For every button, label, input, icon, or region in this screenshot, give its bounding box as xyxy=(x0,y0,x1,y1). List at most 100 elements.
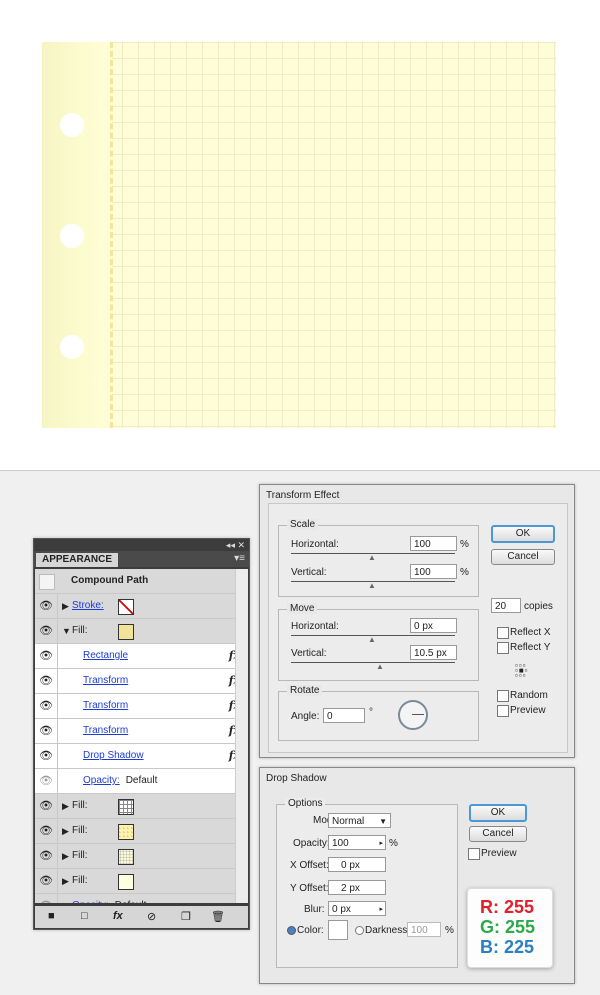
opacity-label[interactable]: Opacity: xyxy=(72,900,109,903)
fill-row[interactable]: 👁 ▶ Fill: xyxy=(35,869,248,894)
y-offset-input[interactable]: 2 px xyxy=(328,880,386,895)
darkness-radio[interactable] xyxy=(355,926,364,935)
appearance-tab[interactable]: APPEARANCE xyxy=(36,553,119,567)
opacity-row[interactable]: 👁 Opacity: Default xyxy=(35,769,248,794)
visibility-eye-icon[interactable]: 👁 xyxy=(35,669,58,693)
preview-checkbox[interactable] xyxy=(468,848,480,860)
fill-row[interactable]: 👁 ▼ Fill: xyxy=(35,619,248,644)
stepper-arrow-icon[interactable]: ▸ xyxy=(379,836,383,851)
effect-label[interactable]: Transform xyxy=(83,725,128,736)
x-offset-input[interactable]: 0 px xyxy=(328,857,386,872)
fill-row[interactable]: 👁 ▶ Fill: xyxy=(35,844,248,869)
fill-label: Fill: xyxy=(72,800,88,811)
visibility-eye-icon[interactable]: 👁 xyxy=(35,719,58,743)
visibility-eye-icon[interactable]: 👁 xyxy=(35,769,58,793)
appearance-header-row: Compound Path xyxy=(35,569,248,594)
scrollbar[interactable] xyxy=(235,569,248,903)
visibility-eye-icon[interactable]: 👁 xyxy=(35,619,58,643)
move-vertical-slider[interactable] xyxy=(291,662,455,663)
panel-menu-icon[interactable]: ▾≡ xyxy=(234,553,245,564)
visibility-eye-icon[interactable]: 👁 xyxy=(35,694,58,718)
green-value: G: 255 xyxy=(480,917,536,937)
visibility-eye-icon[interactable]: 👁 xyxy=(35,869,58,893)
visibility-eye-icon[interactable]: 👁 xyxy=(35,894,58,903)
expand-right-icon[interactable]: ▶ xyxy=(62,869,69,893)
fill-swatch[interactable] xyxy=(118,849,134,865)
angle-input[interactable]: 0 xyxy=(323,708,365,723)
fill-row[interactable]: 👁 ▶ Fill: xyxy=(35,819,248,844)
opacity-label[interactable]: Opacity: xyxy=(83,775,120,786)
move-vertical-input[interactable]: 10.5 px xyxy=(410,645,457,660)
opacity-row[interactable]: 👁 Opacity: Default xyxy=(35,894,248,903)
expand-right-icon[interactable]: ▶ xyxy=(62,844,69,868)
blur-input[interactable]: 0 px ▸ xyxy=(328,901,386,916)
stroke-row[interactable]: 👁 ▶ Stroke: xyxy=(35,594,248,619)
effect-label[interactable]: Drop Shadow xyxy=(83,750,144,761)
color-radio[interactable] xyxy=(287,926,296,935)
slider-thumb[interactable]: ▲ xyxy=(376,662,384,671)
ok-button[interactable]: OK xyxy=(491,525,555,543)
rotate-label: Rotate xyxy=(287,685,323,696)
add-fill-icon[interactable]: □ xyxy=(81,910,88,922)
add-stroke-icon[interactable]: ■ xyxy=(48,910,55,922)
fx-menu-icon[interactable]: fx xyxy=(113,910,123,922)
ok-button[interactable]: OK xyxy=(469,804,527,822)
visibility-eye-icon[interactable]: 👁 xyxy=(35,794,58,818)
reference-point-icon[interactable]: ▫▫▫ ▫■▫ ▫▫▫ xyxy=(515,662,531,680)
stepper-arrow-icon[interactable]: ▸ xyxy=(379,902,383,917)
effect-row[interactable]: 👁Transformfx xyxy=(35,719,248,744)
expand-right-icon[interactable]: ▶ xyxy=(62,594,69,618)
punch-hole xyxy=(60,335,84,359)
copies-input[interactable]: 20 xyxy=(491,598,521,613)
effect-row[interactable]: 👁Transformfx xyxy=(35,669,248,694)
reflect-y-checkbox[interactable] xyxy=(497,642,509,654)
visibility-eye-icon[interactable]: 👁 xyxy=(35,844,58,868)
panel-collapse-controls[interactable]: ◂◂ ✕ xyxy=(34,539,249,551)
cancel-button[interactable]: Cancel xyxy=(469,826,527,842)
slider-thumb[interactable]: ▲ xyxy=(368,635,376,644)
fill-swatch[interactable] xyxy=(118,799,134,815)
delete-item-icon[interactable]: 🗑 xyxy=(211,910,225,923)
blue-value: B: 225 xyxy=(480,937,535,957)
clear-appearance-icon[interactable]: ⊘ xyxy=(147,910,156,923)
opacity-input[interactable]: 100 ▸ xyxy=(328,835,386,850)
object-type: Compound Path xyxy=(71,575,149,586)
visibility-eye-icon[interactable]: 👁 xyxy=(35,819,58,843)
effect-label[interactable]: Transform xyxy=(83,675,128,686)
move-horizontal-input[interactable]: 0 px xyxy=(410,618,457,633)
effect-label[interactable]: Rectangle xyxy=(83,650,128,661)
visibility-eye-icon[interactable]: 👁 xyxy=(35,644,58,668)
visibility-eye-icon[interactable]: 👁 xyxy=(35,594,58,618)
cancel-button[interactable]: Cancel xyxy=(491,549,555,565)
mode-select[interactable]: Normal ▼ xyxy=(328,813,391,828)
duplicate-item-icon[interactable]: ❐ xyxy=(181,910,191,923)
slider-thumb[interactable]: ▲ xyxy=(368,581,376,590)
stroke-swatch[interactable] xyxy=(118,599,134,615)
expand-right-icon[interactable]: ▶ xyxy=(62,794,69,818)
color-swatch[interactable] xyxy=(328,920,348,940)
scale-vertical-input[interactable]: 100 xyxy=(410,564,457,579)
slider-thumb[interactable]: ▲ xyxy=(368,553,376,562)
stroke-label[interactable]: Stroke: xyxy=(72,600,104,611)
dialog-title: Transform Effect xyxy=(266,490,340,501)
fill-swatch[interactable] xyxy=(118,824,134,840)
effect-label[interactable]: Transform xyxy=(83,700,128,711)
random-checkbox[interactable] xyxy=(497,690,509,702)
darkness-input[interactable]: 100 xyxy=(407,922,441,937)
effect-row[interactable]: 👁Rectanglefx xyxy=(35,644,248,669)
fill-swatch[interactable] xyxy=(118,874,134,890)
preview-checkbox[interactable] xyxy=(497,705,509,717)
visibility-eye-icon[interactable]: 👁 xyxy=(35,744,58,768)
effect-row[interactable]: 👁Drop Shadowfx xyxy=(35,744,248,769)
scale-horizontal-input[interactable]: 100 xyxy=(410,536,457,551)
fill-swatch[interactable] xyxy=(118,624,134,640)
fill-row[interactable]: 👁 ▶ Fill: xyxy=(35,794,248,819)
angle-dial[interactable] xyxy=(398,700,428,730)
expand-down-icon[interactable]: ▼ xyxy=(62,619,71,643)
effect-row[interactable]: 👁Transformfx xyxy=(35,694,248,719)
reflect-x-checkbox[interactable] xyxy=(497,627,509,639)
opacity-label: Opacity: xyxy=(293,838,330,849)
notebook-paper xyxy=(42,42,556,428)
expand-right-icon[interactable]: ▶ xyxy=(62,819,69,843)
row-label: Fill: xyxy=(72,619,88,643)
